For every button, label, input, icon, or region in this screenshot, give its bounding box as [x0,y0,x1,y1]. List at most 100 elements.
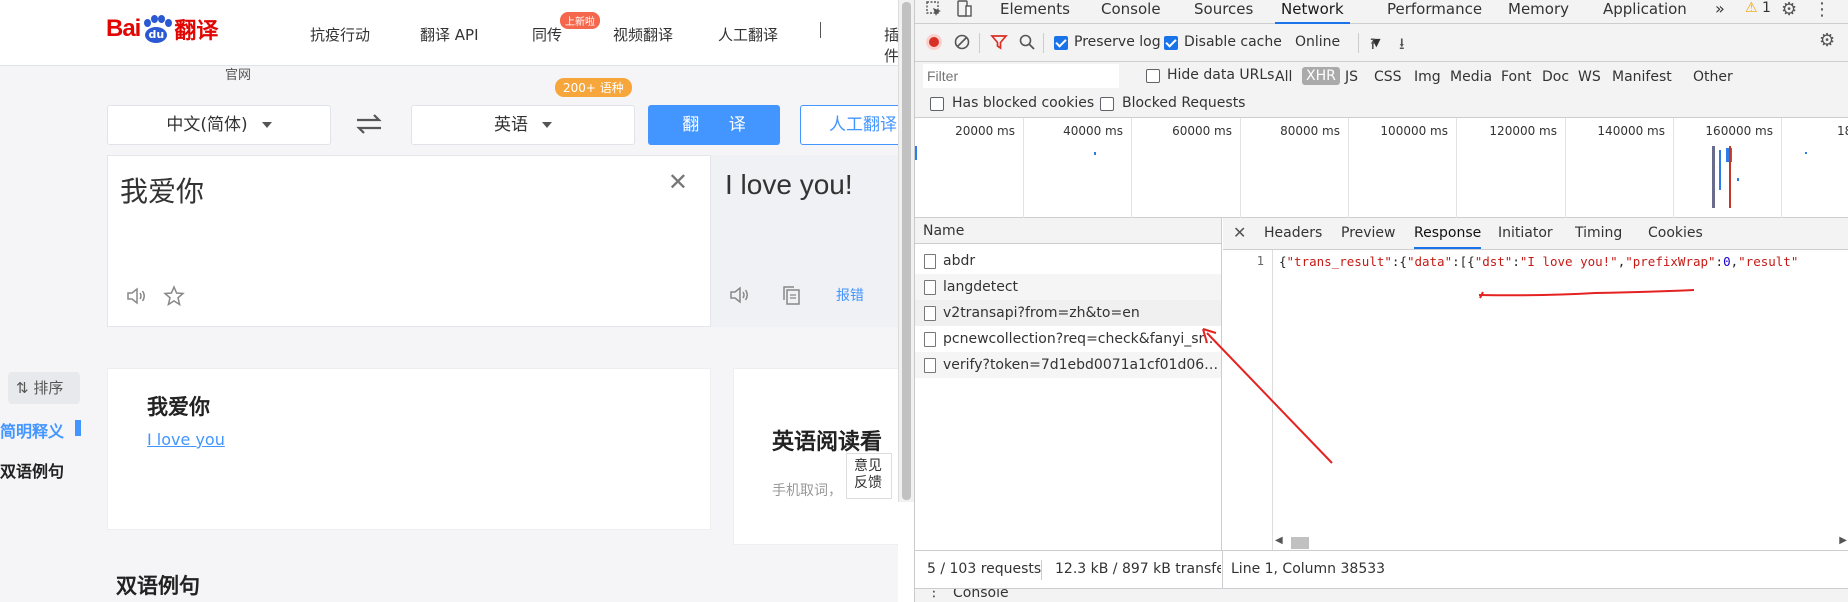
clear-icon[interactable]: ✕ [668,168,688,196]
timeline-gridline [1348,118,1349,218]
swap-languages-icon[interactable] [354,110,384,140]
tab-timing[interactable]: Timing [1575,225,1622,241]
file-icon [924,358,936,373]
report-error-link[interactable]: 报错 [836,285,864,305]
search-icon[interactable] [1018,33,1036,55]
filter-type-other[interactable]: Other [1693,69,1733,85]
scroll-right-icon[interactable]: ▶ [1839,535,1847,546]
nav-item[interactable]: 人工翻译 [718,24,778,45]
tab-headers[interactable]: Headers [1264,225,1322,241]
sort-button[interactable]: ⇅ 排序 [8,372,80,404]
blocked-requests-checkbox[interactable] [1100,97,1114,111]
tab-initiator[interactable]: Initiator [1498,225,1553,241]
export-har-icon[interactable]: ⭳ [1399,33,1405,60]
tab-preview[interactable]: Preview [1341,225,1396,241]
human-translation-button[interactable]: 人工翻译 [800,105,898,145]
tab-cookies[interactable]: Cookies [1648,225,1703,241]
tab-application[interactable]: Application [1603,0,1687,24]
filter-type-font[interactable]: Font [1501,69,1531,85]
response-token: "result" [1738,254,1799,269]
speaker-icon[interactable] [725,283,753,311]
nav-item[interactable]: 同传 [532,24,562,45]
record-icon[interactable] [926,34,942,50]
filter-type-all[interactable]: All [1275,69,1292,85]
target-language-select[interactable]: 英语 [411,105,635,145]
hide-data-urls-checkbox[interactable] [1146,69,1160,83]
import-har-icon[interactable]: ⭱ [1370,33,1376,60]
source-language-label: 中文(简体) [166,115,248,135]
devtools-panel: Elements Console Sources Network Perform… [914,0,1848,602]
settings-gear-icon[interactable]: ⚙ [1781,0,1797,20]
filter-type-manifest[interactable]: Manifest [1612,69,1672,85]
tab-elements[interactable]: Elements [1000,0,1070,24]
filter-input[interactable] [923,64,1119,88]
tab-network[interactable]: Network [1275,0,1350,24]
console-drawer[interactable]: ⋮ Console [915,588,1848,602]
scroll-left-icon[interactable]: ◀ [1275,535,1283,546]
scrollbar-thumb[interactable] [902,2,911,500]
request-row-langdetect[interactable]: langdetect [915,274,1221,300]
response-token: { [1279,254,1287,269]
feedback-button[interactable]: 意见 反馈 [846,453,892,499]
nav-item[interactable]: 视频翻译 [613,24,673,45]
tab-sources[interactable]: Sources [1194,0,1253,24]
request-row-abdr[interactable]: abdr [915,248,1221,274]
response-body[interactable]: {"trans_result":{"data":[{"dst":"I love … [1279,254,1798,269]
drawer-menu-icon[interactable]: ⋮ [927,589,941,600]
copy-icon[interactable] [777,283,805,311]
more-options-icon[interactable]: ⋮ [1813,0,1831,20]
request-name: v2transapi?from=zh&to=en [943,305,1140,321]
tab-memory[interactable]: Memory [1508,0,1569,24]
filter-type-js[interactable]: JS [1345,69,1358,85]
star-icon[interactable] [160,284,188,312]
translate-button[interactable]: 翻 译 [648,105,780,145]
section-heading: 双语例句 [116,574,200,598]
has-blocked-cookies-checkbox[interactable] [930,97,944,111]
response-token: :{ [1391,254,1407,269]
filter-icon[interactable] [990,33,1008,55]
baidu-fanyi-logo[interactable]: Bai du 翻译 [106,10,218,48]
throttling-select[interactable]: Online ▼ [1295,34,1381,50]
page-scrollbar[interactable] [898,0,914,502]
source-language-select[interactable]: 中文(简体) [107,105,331,145]
source-text-area[interactable]: 我爱你 ✕ [107,155,711,327]
clear-icon[interactable] [953,33,971,55]
close-icon[interactable]: ✕ [1233,223,1246,242]
baidu-translate-page: Bai du 翻译 抗疫行动 翻译 API 同传 上新啦 视频翻译 人工翻译 插… [0,0,898,602]
filter-type-css[interactable]: CSS [1374,69,1402,85]
request-row-pcnewcollection[interactable]: pcnewcollection?req=check&fanyi_src... [915,326,1221,352]
warnings-indicator[interactable]: ⚠ 1 [1745,0,1771,16]
nav-item[interactable]: 插件 [884,24,898,66]
preserve-log-checkbox[interactable] [1054,36,1068,50]
nav-item[interactable]: 抗疫行动 [310,24,370,45]
tab-console[interactable]: Console [1101,0,1161,24]
side-nav-examples[interactable]: 双语例句 [0,458,64,482]
network-overview-timeline[interactable]: 20000 ms 40000 ms 60000 ms 80000 ms 1000… [915,118,1848,218]
toolbar-divider [979,33,980,53]
console-drawer-tab[interactable]: Console [953,589,1009,601]
filter-type-media[interactable]: Media [1450,69,1492,85]
more-tabs-icon[interactable]: » [1715,0,1725,24]
tab-performance[interactable]: Performance [1387,0,1482,24]
inspect-element-icon[interactable] [925,0,943,22]
scrollbar-thumb[interactable] [1291,537,1309,549]
timeline-tick-label: 120000 ms [1489,124,1557,138]
nav-item[interactable]: 翻译 API [420,24,479,45]
filter-type-img[interactable]: Img [1414,69,1441,85]
request-list: Name abdr langdetect v2transapi?from=zh&… [915,218,1222,550]
device-toolbar-icon[interactable] [955,0,973,22]
request-row-verify[interactable]: verify?token=7d1ebd0071a1cf01d061... [915,352,1221,378]
filter-type-xhr[interactable]: XHR [1302,67,1340,85]
speaker-icon[interactable] [122,284,150,312]
filter-type-ws[interactable]: WS [1578,69,1601,85]
card-translation-link[interactable]: I love you [147,430,225,449]
name-column-header[interactable]: Name [915,218,1221,244]
disable-cache-checkbox[interactable] [1164,36,1178,50]
tab-response[interactable]: Response [1414,225,1482,249]
horizontal-scrollbar[interactable]: ◀ ▶ [1273,534,1848,550]
side-nav-brief[interactable]: 简明释义 [0,418,64,442]
request-row-v2transapi[interactable]: v2transapi?from=zh&to=en [915,300,1221,326]
response-token: "data" [1406,254,1453,269]
network-settings-icon[interactable]: ⚙ [1819,30,1835,51]
filter-type-doc[interactable]: Doc [1542,69,1569,85]
